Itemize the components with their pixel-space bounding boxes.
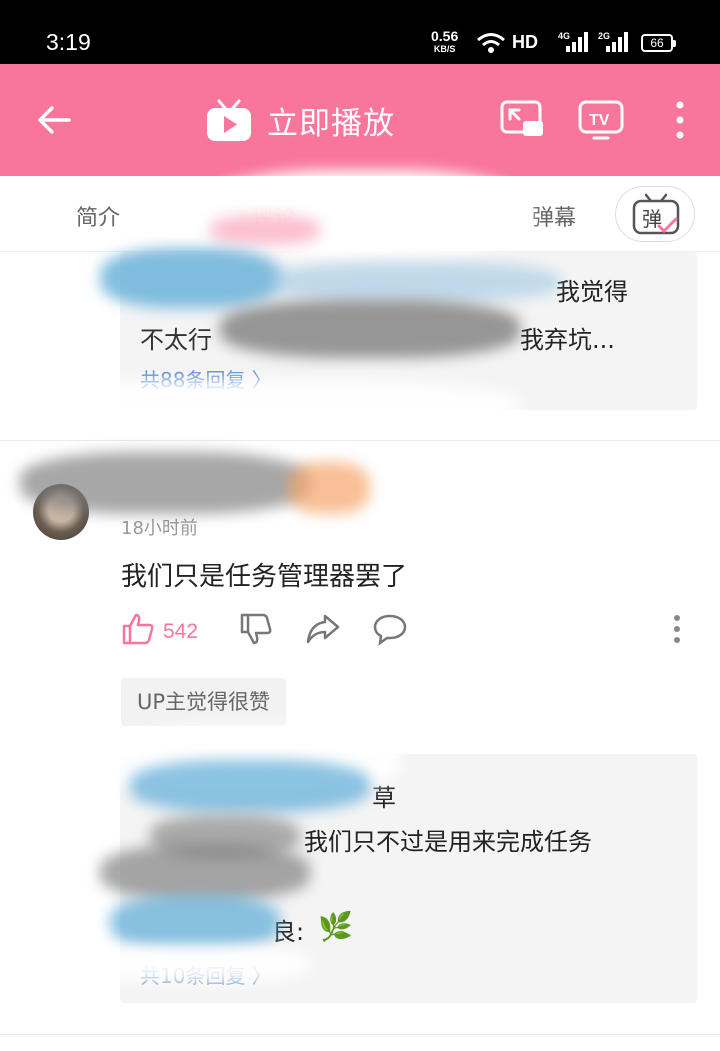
more-vertical-icon[interactable] <box>672 100 688 140</box>
status-bar: 3:19 0.56 KB/S HD 4G 2G 66 <box>0 0 720 64</box>
redaction-blur <box>220 300 520 358</box>
status-time: 3:19 <box>46 29 91 55</box>
play-tv-icon <box>207 99 251 141</box>
svg-text:4G: 4G <box>558 31 570 41</box>
dislike-icon[interactable] <box>239 612 273 646</box>
redaction-blur <box>288 462 370 514</box>
comment-more-icon[interactable] <box>671 612 683 646</box>
tv-cast-icon[interactable]: TV <box>578 100 624 140</box>
like-icon[interactable] <box>121 612 155 646</box>
net-speed-value: 0.56 <box>431 28 459 44</box>
leaf-emoji-icon: 🌿 <box>318 910 353 943</box>
comment-text: 我们只是任务管理器罢了 <box>121 562 408 592</box>
danmu-toggle-button[interactable]: 弹 <box>615 186 695 242</box>
svg-text:TV: TV <box>589 112 610 129</box>
redaction-blur <box>90 945 310 983</box>
reply-text-line: 我弃坑... <box>520 326 615 354</box>
redaction-blur <box>100 248 280 308</box>
battery-icon: 66 <box>641 34 676 52</box>
svg-text:2G: 2G <box>598 31 610 41</box>
danmu-icon-text: 弹 <box>642 207 662 231</box>
up-liked-badge: UP主觉得很赞 <box>121 678 287 726</box>
divider <box>0 1034 720 1035</box>
back-arrow-icon[interactable] <box>36 102 72 138</box>
tab-danmu[interactable]: 弹幕 <box>532 200 576 232</box>
tab-intro[interactable]: 简介 <box>76 200 120 232</box>
video-app-bar: 立即播放 TV <box>0 64 720 176</box>
redaction-blur <box>0 380 520 430</box>
signal-2g-icon: 2G <box>598 31 628 52</box>
share-icon[interactable] <box>305 612 341 646</box>
net-speed: 0.56 KB/S <box>431 28 459 56</box>
redaction-blur <box>110 895 280 950</box>
redaction-blur <box>20 452 310 514</box>
reply-text-line: 我觉得 <box>556 278 628 306</box>
comment-time: 18小时前 <box>121 518 198 539</box>
reply-text-line: 我们只不过是用来完成任务 <box>304 828 592 856</box>
redaction-blur <box>270 262 560 302</box>
comment-actions: 542 <box>121 612 691 652</box>
signal-4g-icon: 4G <box>558 31 588 52</box>
redaction-blur <box>210 215 320 245</box>
play-now-button[interactable]: 立即播放 <box>205 98 395 143</box>
like-count: 542 <box>163 620 199 643</box>
reply-text-line: 不太行 <box>140 326 212 354</box>
wifi-icon <box>477 33 505 53</box>
redaction-blur <box>100 845 310 900</box>
divider <box>0 440 720 441</box>
play-now-label: 立即播放 <box>267 106 395 142</box>
reply-icon[interactable] <box>373 612 407 646</box>
redaction-blur <box>130 760 370 812</box>
pip-icon[interactable] <box>500 100 544 138</box>
hd-indicator: HD <box>512 32 538 52</box>
net-speed-unit: KB/S <box>433 44 456 54</box>
